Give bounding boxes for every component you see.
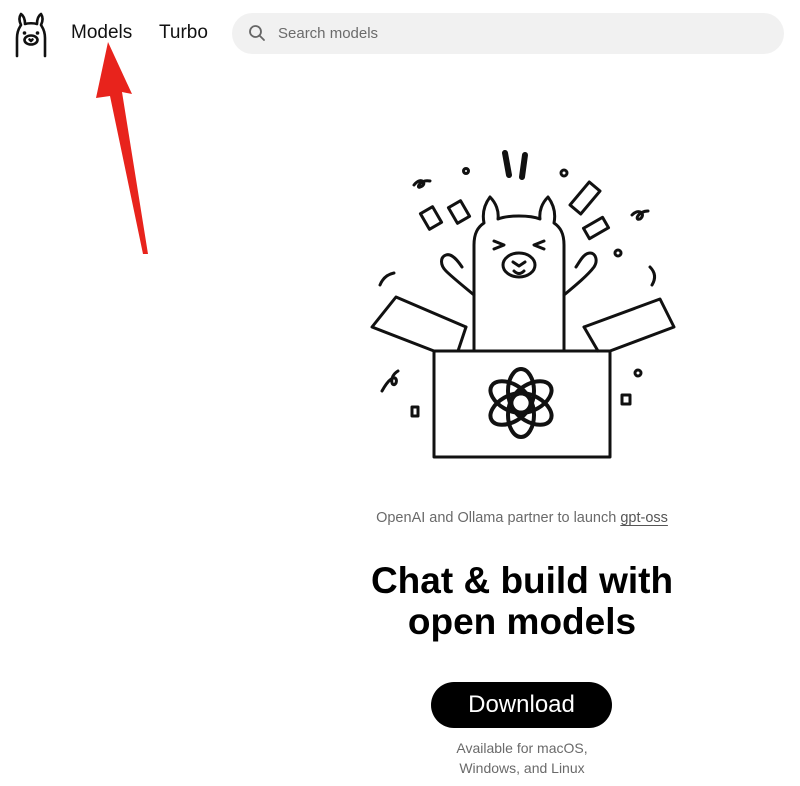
announcement-prefix: OpenAI and Ollama partner to launch — [376, 510, 617, 526]
search-icon — [249, 25, 265, 41]
search-input[interactable] — [278, 13, 758, 54]
availability-line-2: Windows, and Linux — [459, 760, 585, 776]
search-bar[interactable] — [232, 13, 784, 54]
availability-line-1: Available for macOS, — [456, 740, 588, 756]
llama-in-box-illustration-icon — [370, 150, 676, 459]
nav-models-link[interactable]: Models — [71, 22, 132, 44]
gpt-oss-link[interactable]: gpt-oss — [620, 510, 668, 526]
headline-line-1: Chat & build with — [370, 560, 674, 601]
ollama-logo-icon[interactable] — [12, 12, 50, 58]
llama-logo-graphic — [15, 12, 47, 58]
hero-headline: Chat & build with open models — [262, 560, 782, 642]
availability-text: Available for macOS, Windows, and Linux — [372, 738, 672, 778]
page: Models Turbo Search models OpenAI and Ol… — [0, 0, 800, 786]
nav-turbo-link[interactable]: Turbo — [159, 22, 208, 44]
download-button[interactable]: Download — [431, 682, 612, 728]
headline-line-2: open models — [407, 601, 637, 642]
announcement-text: OpenAI and Ollama partner to launch gpt-… — [262, 510, 782, 526]
top-header: Models Turbo — [0, 0, 800, 68]
